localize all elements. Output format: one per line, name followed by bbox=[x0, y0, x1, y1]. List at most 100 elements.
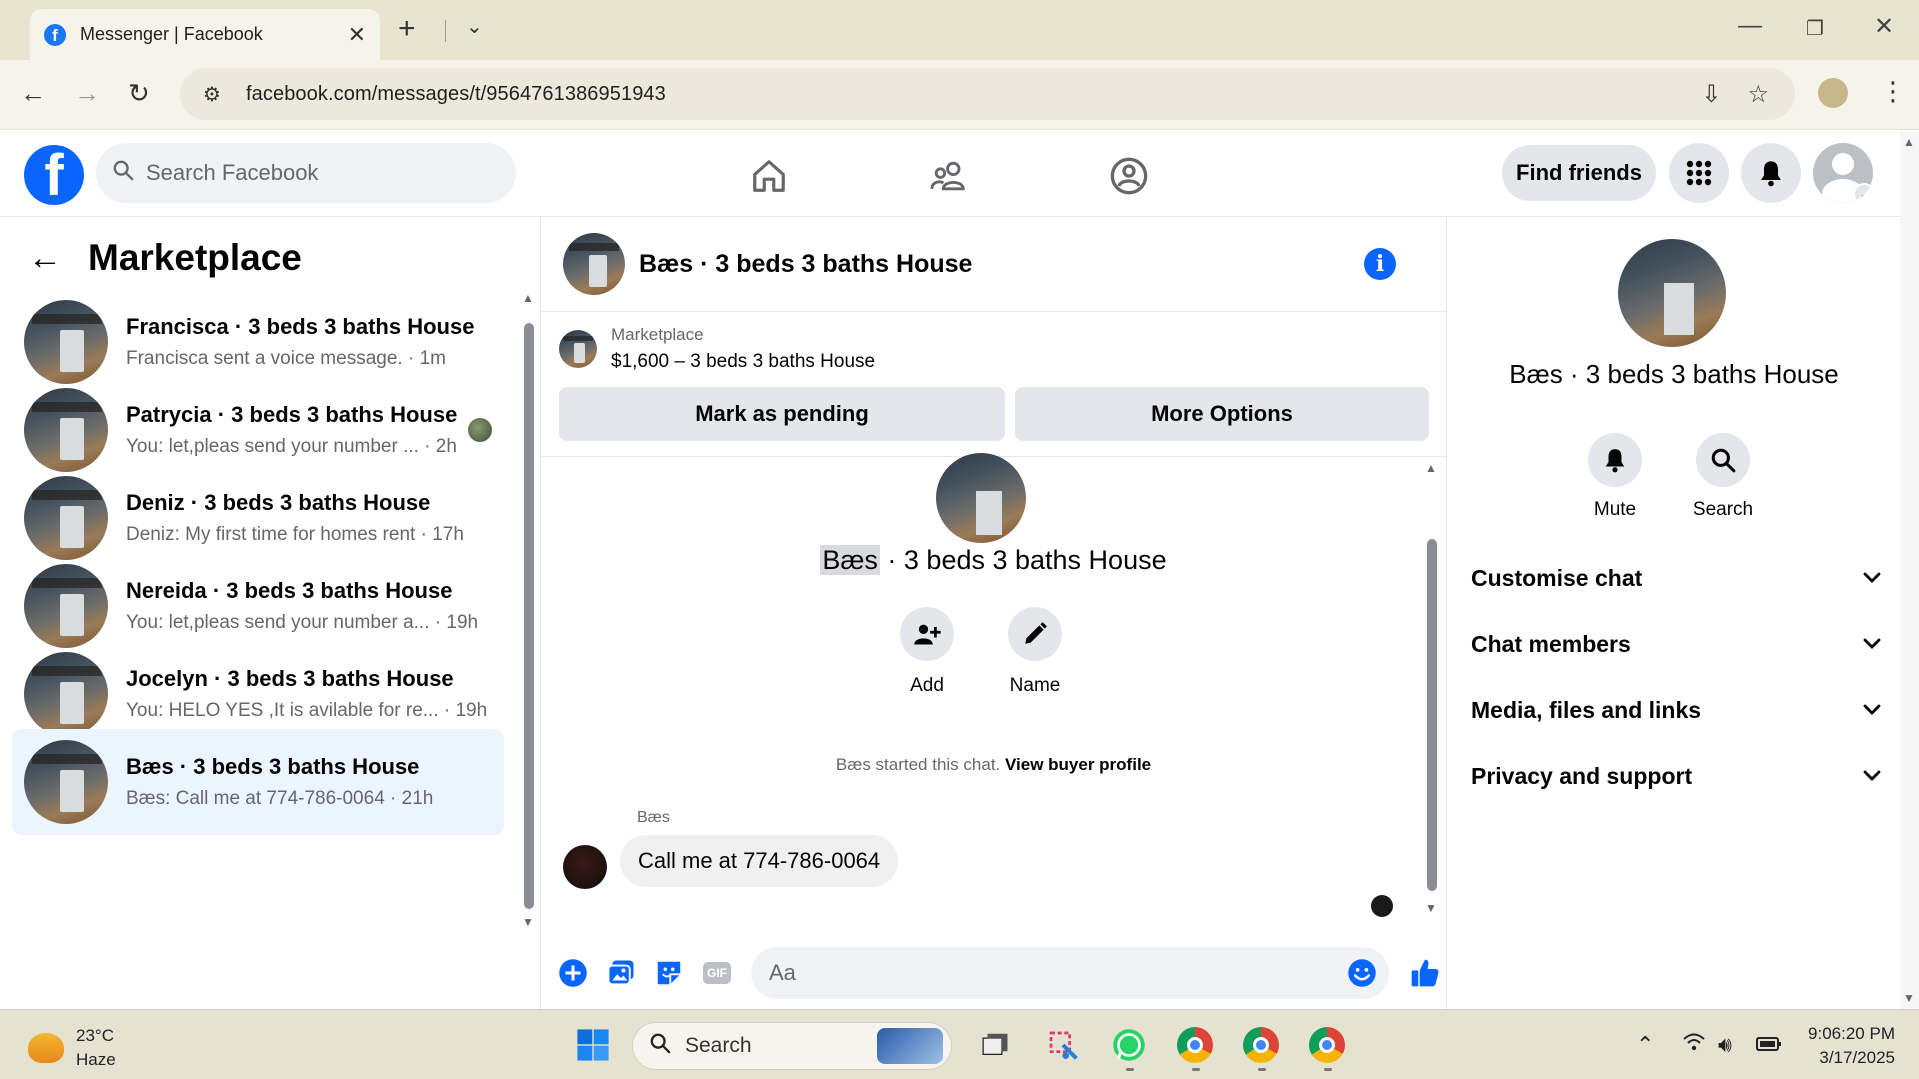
scroll-down-arrow-icon[interactable]: ▼ bbox=[1903, 991, 1915, 1005]
address-bar[interactable]: ⚙ facebook.com/messages/t/95647613869519… bbox=[180, 68, 1795, 120]
browser-tab[interactable]: f Messenger | Facebook ✕ bbox=[30, 9, 380, 60]
section-privacy-support[interactable]: Privacy and support bbox=[1471, 751, 1881, 801]
search-action[interactable]: Search bbox=[1673, 433, 1773, 521]
windows-start-icon[interactable] bbox=[574, 1026, 612, 1064]
sticker-icon[interactable] bbox=[653, 957, 685, 989]
volume-icon[interactable]: 🔊︎ bbox=[1718, 1032, 1732, 1058]
section-chat-members[interactable]: Chat members bbox=[1471, 619, 1881, 669]
system-clock[interactable]: 9:06:20 PM 3/17/2025 bbox=[1795, 1022, 1895, 1070]
conversation-title[interactable]: Bæs · 3 beds 3 baths House bbox=[639, 250, 1364, 279]
chevron-down-icon[interactable]: ⌄ bbox=[1853, 183, 1873, 203]
emoji-icon[interactable] bbox=[1347, 958, 1377, 988]
scroll-up-arrow-icon[interactable]: ▲ bbox=[522, 291, 534, 305]
scroll-up-arrow-icon[interactable]: ▲ bbox=[1425, 461, 1437, 475]
started-text: Bæs started this chat. bbox=[835, 755, 1005, 774]
highlighted-name: Bæs bbox=[820, 545, 880, 575]
conversation-avatar[interactable] bbox=[563, 233, 625, 295]
chat-text: Nereida · 3 beds 3 baths House You: let,… bbox=[126, 578, 504, 634]
chat-text: Bæs · 3 beds 3 baths House Bæs: Call me … bbox=[126, 754, 504, 810]
thumbs-up-icon[interactable] bbox=[1409, 957, 1441, 989]
chrome-profile-1-icon[interactable] bbox=[1176, 1026, 1214, 1064]
search-icon[interactable] bbox=[1696, 433, 1750, 487]
notifications-bell-icon[interactable] bbox=[1741, 143, 1801, 203]
chat-item-baes[interactable]: Bæs · 3 beds 3 baths House Bæs: Call me … bbox=[12, 729, 504, 835]
pencil-icon[interactable] bbox=[1008, 607, 1062, 661]
info-icon[interactable]: i bbox=[1364, 248, 1396, 280]
find-friends-button[interactable]: Find friends bbox=[1502, 145, 1656, 201]
browser-menu-icon[interactable]: ⋮ bbox=[1880, 76, 1906, 107]
account-avatar[interactable]: ⌄ bbox=[1813, 143, 1873, 203]
tab-search-chevron-icon[interactable]: ⌄ bbox=[466, 14, 483, 39]
url-text[interactable]: facebook.com/messages/t/9564761386951943 bbox=[246, 83, 1701, 106]
back-arrow-icon[interactable]: ← bbox=[28, 239, 62, 278]
listing-thumbnail bbox=[24, 388, 108, 472]
chrome-profile-3-icon[interactable] bbox=[1308, 1026, 1346, 1064]
mute-label: Mute bbox=[1593, 499, 1637, 520]
page-scrollbar[interactable]: ▲ ▼ bbox=[1900, 131, 1919, 1009]
add-people-action[interactable]: Add bbox=[882, 607, 972, 697]
chat-preview: Deniz: My first time for homes rent · 17… bbox=[126, 524, 464, 545]
photo-icon[interactable] bbox=[605, 957, 637, 989]
sender-avatar[interactable] bbox=[563, 845, 607, 889]
groups-icon[interactable] bbox=[1104, 151, 1154, 201]
seen-avatar bbox=[1371, 895, 1393, 917]
section-media-files-links[interactable]: Media, files and links bbox=[1471, 685, 1881, 735]
bookmark-star-icon[interactable]: ☆ bbox=[1747, 80, 1769, 109]
chat-name: Bæs · 3 beds 3 baths House bbox=[126, 754, 420, 779]
bell-icon[interactable] bbox=[1588, 433, 1642, 487]
facebook-favicon-icon: f bbox=[44, 23, 66, 46]
mark-as-pending-button[interactable]: Mark as pending bbox=[559, 387, 1005, 441]
section-customise-chat[interactable]: Customise chat bbox=[1471, 553, 1881, 603]
facebook-logo-icon[interactable]: f bbox=[24, 145, 84, 205]
facebook-search[interactable] bbox=[96, 143, 516, 203]
friends-icon[interactable] bbox=[924, 151, 974, 201]
chat-list-scrollbar[interactable] bbox=[524, 323, 534, 909]
more-options-button[interactable]: More Options bbox=[1015, 387, 1429, 441]
minimize-icon[interactable]: — bbox=[1738, 12, 1762, 40]
taskbar-search[interactable]: Search bbox=[632, 1022, 952, 1070]
new-tab-button[interactable]: + bbox=[398, 12, 416, 46]
add-person-icon[interactable] bbox=[900, 607, 954, 661]
weather-widget[interactable]: 23°C Haze bbox=[28, 1024, 116, 1072]
chat-info-pane: Bæs · 3 beds 3 baths House Mute Search C… bbox=[1446, 217, 1900, 1009]
menu-grid-icon[interactable] bbox=[1669, 143, 1729, 203]
message-input[interactable] bbox=[769, 960, 1347, 986]
view-buyer-profile-link[interactable]: View buyer profile bbox=[1005, 755, 1151, 774]
task-view-icon[interactable] bbox=[976, 1026, 1014, 1064]
message-input-box[interactable] bbox=[751, 947, 1389, 999]
gif-icon[interactable]: GIF bbox=[701, 957, 733, 989]
browser-profile-icon[interactable] bbox=[1818, 78, 1848, 108]
close-tab-icon[interactable]: ✕ bbox=[348, 22, 366, 48]
install-app-icon[interactable]: ⇩ bbox=[1701, 80, 1721, 109]
back-arrow-icon[interactable]: ← bbox=[20, 78, 46, 109]
snipping-tool-icon[interactable] bbox=[1044, 1026, 1082, 1064]
marketplace-listing[interactable]: Marketplace $1,600 – 3 beds 3 baths Hous… bbox=[559, 325, 875, 373]
message-bubble[interactable]: Call me at 774-786-0064 bbox=[620, 835, 899, 887]
battery-icon[interactable] bbox=[1756, 1032, 1782, 1058]
whatsapp-icon[interactable] bbox=[1110, 1026, 1148, 1064]
chat-preview: You: let,pleas send your number ... · 2h bbox=[126, 436, 457, 457]
name-chat-action[interactable]: Name bbox=[990, 607, 1080, 697]
info-name: Bæs · 3 beds 3 baths House bbox=[1509, 359, 1839, 389]
show-hidden-icons-icon[interactable]: ⌃ bbox=[1636, 1032, 1654, 1058]
browser-toolbar: ← → ↻ ⚙ facebook.com/messages/t/95647613… bbox=[0, 60, 1919, 130]
chevron-down-icon bbox=[1863, 568, 1881, 589]
wifi-icon[interactable] bbox=[1682, 1032, 1706, 1058]
chat-preview: You: HELO YES ,It is avilable for re... … bbox=[126, 700, 488, 721]
reload-icon[interactable]: ↻ bbox=[128, 78, 150, 109]
mute-action[interactable]: Mute bbox=[1565, 433, 1665, 521]
site-settings-icon[interactable]: ⚙ bbox=[188, 82, 236, 107]
chrome-profile-2-icon[interactable] bbox=[1242, 1026, 1280, 1064]
conversation-scrollbar[interactable] bbox=[1427, 539, 1437, 891]
facebook-search-input[interactable] bbox=[146, 160, 466, 186]
forward-arrow-icon[interactable]: → bbox=[74, 78, 100, 109]
home-icon[interactable] bbox=[744, 151, 794, 201]
window-close-icon[interactable]: ✕ bbox=[1874, 12, 1894, 41]
scroll-down-arrow-icon[interactable]: ▼ bbox=[1425, 901, 1437, 915]
scroll-up-arrow-icon[interactable]: ▲ bbox=[1903, 135, 1915, 149]
restore-icon[interactable]: ❐ bbox=[1806, 16, 1824, 41]
plus-circle-icon[interactable] bbox=[557, 957, 589, 989]
chat-center-name: Bæs · 3 beds 3 baths House bbox=[541, 545, 1446, 576]
chat-preview: You: let,pleas send your number a... · 1… bbox=[126, 612, 479, 633]
scroll-down-arrow-icon[interactable]: ▼ bbox=[522, 915, 534, 929]
